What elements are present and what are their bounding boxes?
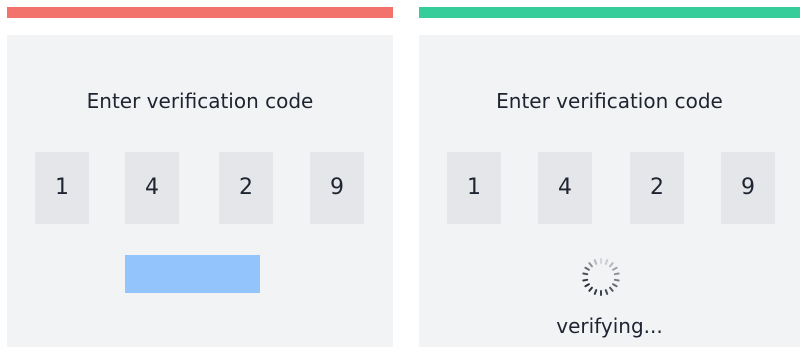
verifying-status: verifying... [556,314,663,338]
code-digit-2[interactable]: 4 [125,152,179,224]
left-panel: Enter verification code 1 4 2 9 [7,7,393,347]
code-digit-2[interactable]: 4 [538,152,592,224]
card-title: Enter verification code [496,89,723,113]
code-digit-3[interactable]: 2 [219,152,273,224]
card-title: Enter verification code [86,89,314,113]
code-digit-4[interactable]: 9 [721,152,775,224]
code-digit-4[interactable]: 9 [310,152,364,224]
right-panel: Enter verification code 1 4 2 9 verifyin… [419,7,800,347]
loading-spinner-icon [582,258,620,296]
verification-card-verifying: Enter verification code 1 4 2 9 verifyin… [419,35,800,347]
code-digit-1[interactable]: 1 [447,152,501,224]
code-digit-3[interactable]: 2 [630,152,684,224]
success-status-bar [419,7,800,18]
code-digit-1[interactable]: 1 [35,152,89,224]
verification-card: Enter verification code 1 4 2 9 [7,35,393,347]
verify-button[interactable] [125,255,260,293]
error-status-bar [7,7,393,18]
